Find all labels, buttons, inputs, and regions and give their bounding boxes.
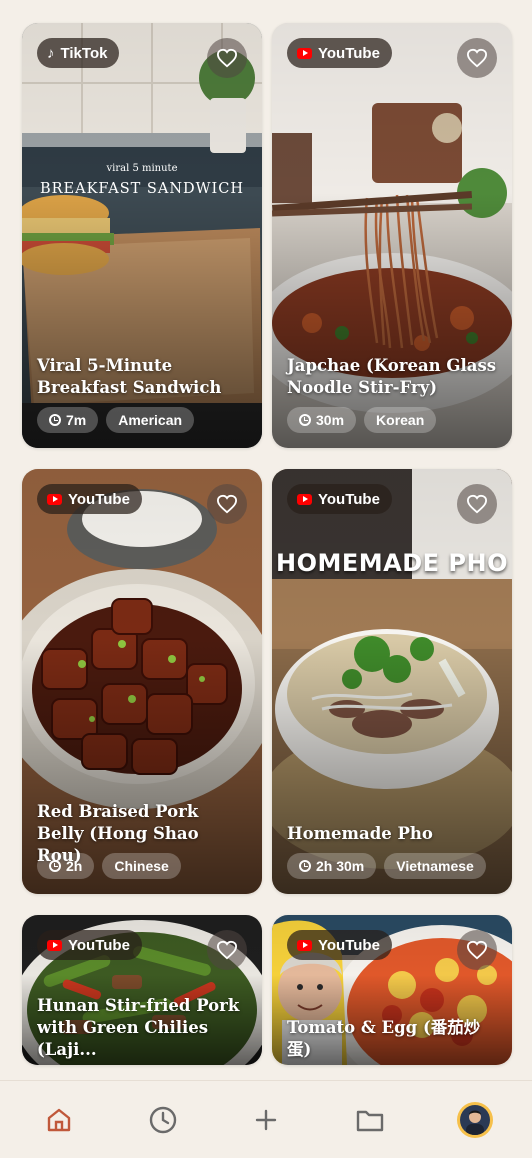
cuisine-label: Korean xyxy=(376,412,425,428)
time-label: 7m xyxy=(66,412,87,428)
source-badge: YouTube xyxy=(287,484,392,514)
recipe-title-text: Hunan Stir-fried Pork with Green Chilies… xyxy=(37,996,240,1059)
source-badge: ♪ TikTok xyxy=(37,38,120,68)
time-label: 2h 30m xyxy=(316,858,365,874)
youtube-icon xyxy=(47,939,62,951)
source-badge: YouTube xyxy=(37,484,142,514)
source-badge: YouTube xyxy=(287,930,392,960)
history-icon xyxy=(149,1106,177,1133)
source-label: YouTube xyxy=(318,490,380,508)
cuisine-tag: Korean xyxy=(364,407,437,433)
recipe-card[interactable]: YouTube Hunan Stir-fried Pork with Green… xyxy=(22,915,262,1065)
favorite-button[interactable] xyxy=(457,38,497,78)
cuisine-tag: Chinese xyxy=(102,853,181,879)
add-icon xyxy=(255,1109,277,1130)
source-badge: YouTube xyxy=(287,38,392,68)
youtube-icon xyxy=(297,47,312,59)
source-label: YouTube xyxy=(68,490,130,508)
source-label: YouTube xyxy=(318,44,380,62)
time-label: 2h xyxy=(66,858,83,874)
nav-history[interactable] xyxy=(110,1081,216,1158)
favorite-button[interactable] xyxy=(207,930,247,970)
recipe-title: Hunan Stir-fried Pork with Green Chilies… xyxy=(37,995,247,1061)
time-tag: 30m xyxy=(287,407,357,433)
heart-icon xyxy=(216,48,238,68)
nav-profile[interactable] xyxy=(422,1081,528,1158)
clock-icon xyxy=(49,414,61,426)
nav-collections[interactable] xyxy=(317,1081,423,1158)
recipe-title: Tomato & Egg (番茄炒蛋) xyxy=(287,1018,481,1059)
recipe-card[interactable]: viral 5 minute BREAKFAST SANDWICH ♪ TikT… xyxy=(22,23,262,448)
favorite-button[interactable] xyxy=(207,38,247,78)
source-badge: YouTube xyxy=(37,930,142,960)
recipe-card[interactable]: YouTube Red Braised Pork Belly (Hong Sha… xyxy=(22,469,262,894)
video-overlay-title: HOMEMADE PHO xyxy=(276,549,508,577)
clock-icon xyxy=(299,414,311,426)
recipe-tags: 7m American xyxy=(37,407,195,433)
recipe-title: Japchae (Korean Glass Noodle Stir-Fry) xyxy=(287,356,497,397)
avatar-photo xyxy=(460,1104,490,1135)
source-label: YouTube xyxy=(68,936,130,954)
recipe-grid: viral 5 minute BREAKFAST SANDWICH ♪ TikT… xyxy=(0,0,532,1080)
heart-icon xyxy=(466,48,488,68)
favorite-button[interactable] xyxy=(457,484,497,524)
bottom-nav xyxy=(0,1080,532,1158)
cuisine-label: American xyxy=(118,412,183,428)
recipe-card[interactable]: HOMEMADE PHO YouTube Homemade Pho 2h 30m… xyxy=(272,469,512,894)
tiktok-icon: ♪ xyxy=(47,44,55,62)
heart-icon xyxy=(466,494,488,514)
recipe-tags: 2h Chinese xyxy=(37,853,181,879)
time-label: 30m xyxy=(316,412,345,428)
heart-icon xyxy=(216,494,238,514)
cuisine-tag: Vietnamese xyxy=(384,853,486,879)
nav-add[interactable] xyxy=(213,1081,319,1158)
youtube-icon xyxy=(47,493,62,505)
home-icon xyxy=(47,1108,71,1131)
source-label: YouTube xyxy=(318,936,380,954)
nav-home[interactable] xyxy=(6,1081,112,1158)
heart-icon xyxy=(466,940,488,960)
cuisine-tag: American xyxy=(106,407,195,433)
recipe-title: Homemade Pho xyxy=(287,824,433,843)
video-overlay-caption: viral 5 minute xyxy=(106,163,178,174)
video-overlay-title: BREAKFAST SANDWICH xyxy=(39,181,245,197)
time-tag: 2h xyxy=(37,853,95,879)
favorite-button[interactable] xyxy=(457,930,497,970)
recipe-card[interactable]: YouTube Tomato & Egg (番茄炒蛋) xyxy=(272,915,512,1065)
profile-avatar xyxy=(457,1101,493,1138)
time-tag: 7m xyxy=(37,407,99,433)
favorite-button[interactable] xyxy=(207,484,247,524)
clock-icon xyxy=(299,860,311,872)
folder-icon xyxy=(356,1110,384,1131)
source-label: TikTok xyxy=(60,44,108,62)
youtube-icon xyxy=(297,939,312,951)
youtube-icon xyxy=(297,493,312,505)
recipe-title: Viral 5-Minute Breakfast Sandwich xyxy=(37,356,222,397)
recipe-tags: 30m Korean xyxy=(287,407,437,433)
clock-icon xyxy=(49,860,61,872)
recipe-card[interactable]: YouTube Japchae (Korean Glass Noodle Sti… xyxy=(272,23,512,448)
cuisine-label: Chinese xyxy=(114,858,169,874)
time-tag: 2h 30m xyxy=(287,853,377,879)
cuisine-label: Vietnamese xyxy=(396,858,474,874)
recipe-tags: 2h 30m Vietnamese xyxy=(287,853,486,879)
heart-icon xyxy=(216,940,238,960)
